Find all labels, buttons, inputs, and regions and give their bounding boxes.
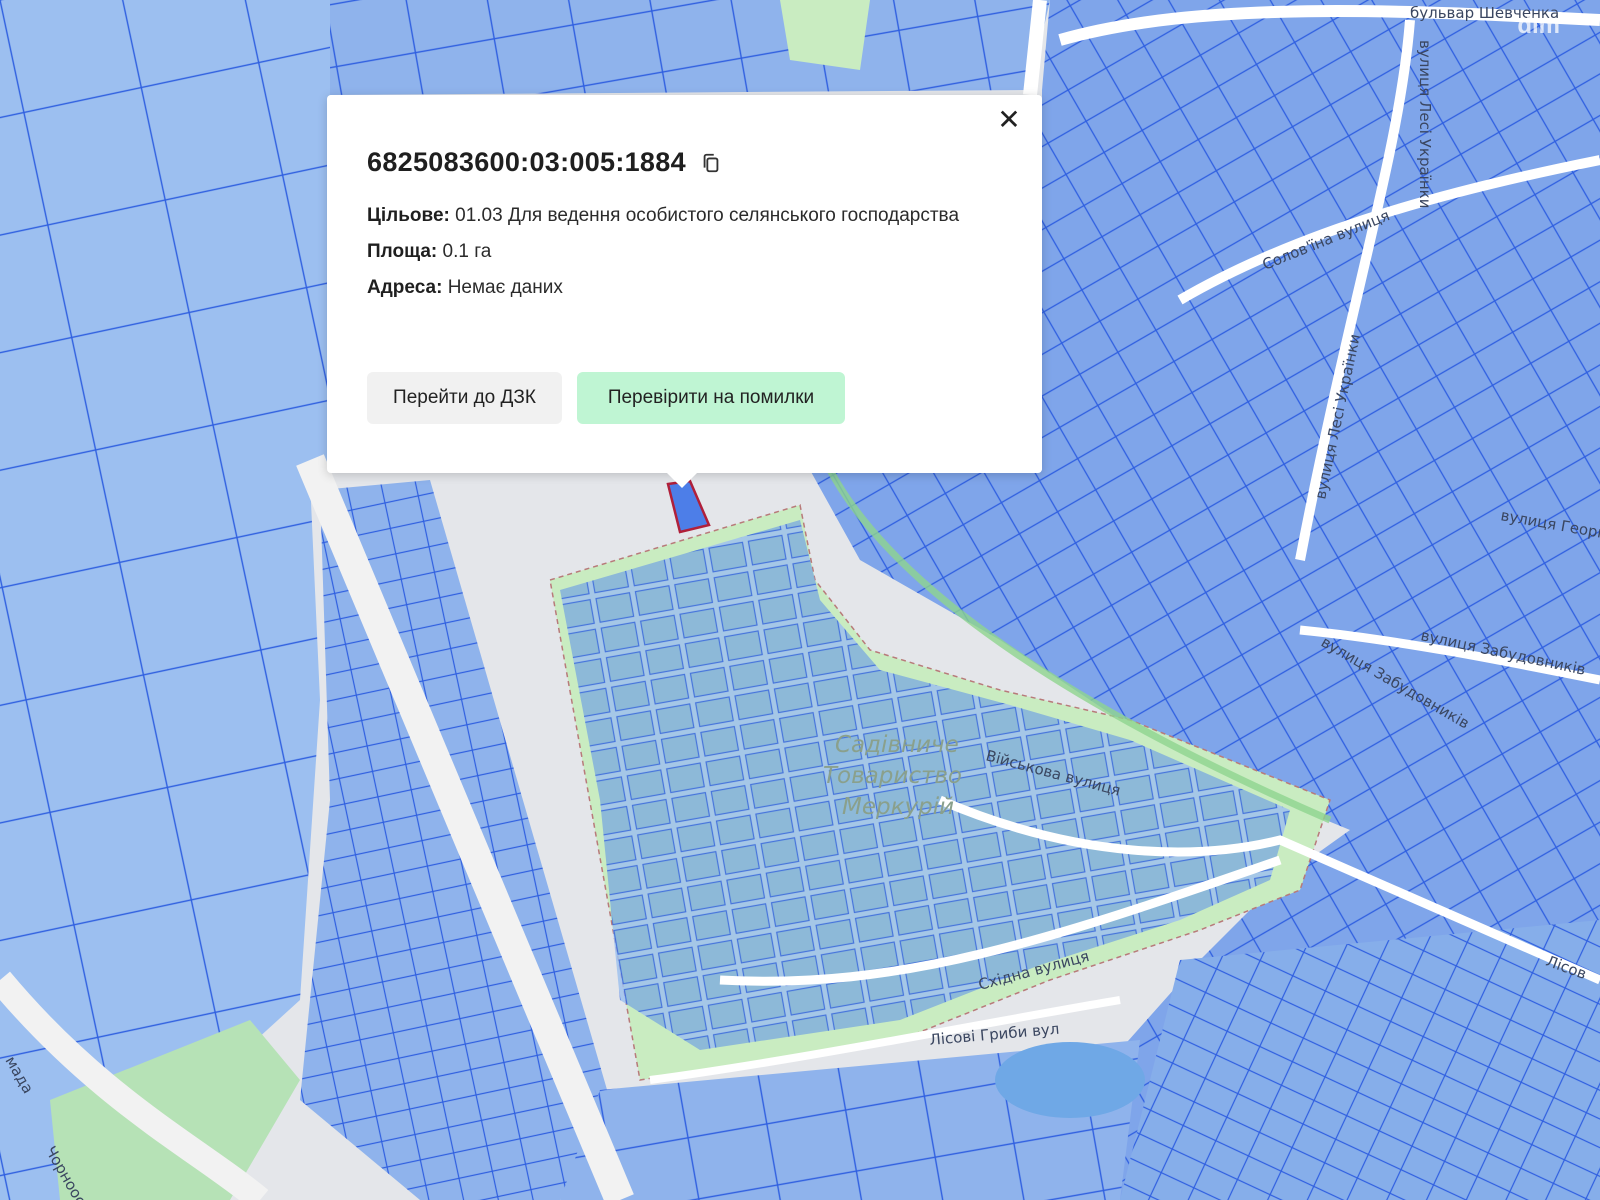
purpose-row: Цільове: 01.03 Для ведення особистого се… [367, 198, 1007, 234]
zone-label: Товариство [823, 763, 962, 789]
park-strip [780, 0, 870, 70]
popup-pointer [665, 471, 699, 488]
area-value: 0.1 га [442, 241, 492, 262]
check-errors-button[interactable]: Перевірити на помилки [577, 372, 845, 424]
street-road [1023, 0, 1047, 96]
cadastral-number: 6825083600:03:005:1884 [367, 147, 722, 178]
area-label: Площа: [367, 241, 438, 262]
parcel-popup: ✕ 6825083600:03:005:1884 Цільове: 01.03 … [327, 95, 1042, 473]
address-row: Адреса: Немає даних [367, 270, 1007, 306]
area-row: Площа: 0.1 га [367, 234, 1007, 270]
address-value: Немає даних [447, 277, 563, 298]
street-label: вулиця Лесі Українки [1416, 40, 1434, 208]
zone-label: Меркурій [842, 794, 954, 820]
cadastral-number-text: 6825083600:03:005:1884 [367, 147, 686, 177]
copy-icon[interactable] [700, 152, 722, 174]
site-logo: dim [1517, 12, 1560, 39]
close-button[interactable]: ✕ [994, 105, 1024, 135]
address-label: Адреса: [367, 277, 443, 298]
purpose-label: Цільове: [367, 205, 450, 226]
parcel-area-north [330, 0, 1050, 95]
go-to-dzk-button[interactable]: Перейти до ДЗК [367, 372, 562, 424]
zone-label: Садівниче [835, 732, 959, 758]
parcel-area-southeast [1120, 920, 1600, 1200]
lake [995, 1042, 1145, 1118]
parcel-info: Цільове: 01.03 Для ведення особистого се… [367, 198, 1007, 306]
purpose-value: 01.03 Для ведення особистого селянського… [455, 205, 960, 226]
